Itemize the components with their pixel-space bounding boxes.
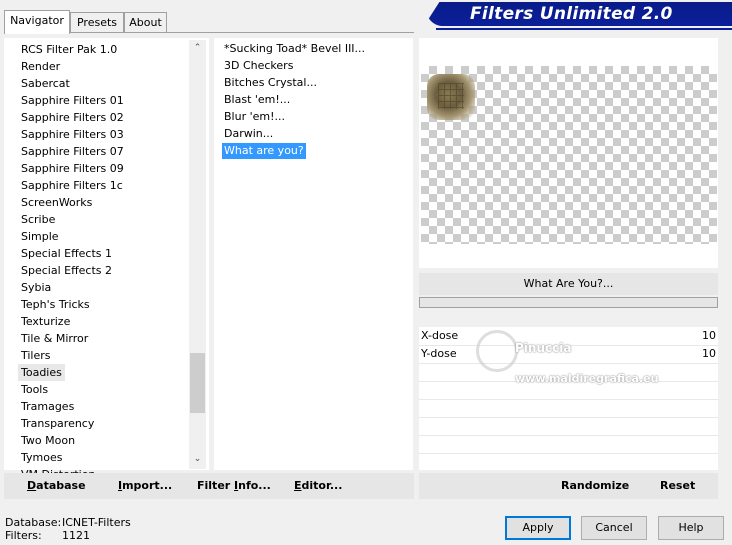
category-item[interactable]: Tile & Mirror [18,330,91,347]
category-item[interactable]: Simple [18,228,62,245]
category-item[interactable]: Two Moon [18,432,78,449]
category-item[interactable]: RCS Filter Pak 1.0 [18,41,120,58]
filter-item[interactable]: *Sucking Toad* Bevel III... [222,41,367,57]
watermark-url: www.maldiregrafica.eu [515,372,659,385]
database-button[interactable]: Database [27,479,86,493]
param-value[interactable]: 10 [702,329,716,342]
category-item[interactable]: Tilers [18,347,54,364]
category-item[interactable]: Sapphire Filters 07 [18,143,127,160]
param-row-empty [419,417,718,436]
randomize-button[interactable]: Randomize [561,479,629,493]
scroll-thumb[interactable] [190,353,205,413]
database-status-label: Database: [5,516,62,529]
filter-name-label: What Are You?... [419,273,718,295]
tab-navigator[interactable]: Navigator [4,10,70,34]
filters-count-value: 1121 [62,529,90,542]
category-item[interactable]: Tools [18,381,51,398]
param-row-empty [419,435,718,454]
preview-cube-texture [438,83,464,109]
category-item[interactable]: Toadies [18,364,65,381]
scroll-up-icon[interactable]: ⌃ [192,43,203,54]
tab-presets[interactable]: Presets [70,12,124,33]
category-item[interactable]: Special Effects 1 [18,245,115,262]
category-item[interactable]: Render [18,58,63,75]
editor-button[interactable]: Editor... [294,479,342,493]
param-label: Y-dose [421,347,457,360]
cancel-button[interactable]: Cancel [581,516,647,540]
filter-list[interactable]: *Sucking Toad* Bevel III... 3D Checkers Bi… [214,38,413,470]
category-item[interactable]: Sybia [18,279,54,296]
category-item[interactable]: Sapphire Filters 1c [18,177,126,194]
category-item[interactable]: Transparency [18,415,97,432]
scroll-down-icon[interactable]: ⌄ [192,454,203,465]
category-item[interactable]: Teph's Tricks [18,296,93,313]
filter-item[interactable]: Bitches Crystal... [222,75,319,91]
filter-item[interactable]: 3D Checkers [222,58,295,74]
category-item[interactable]: Special Effects 2 [18,262,115,279]
param-row-empty [419,399,718,418]
category-item[interactable]: Sapphire Filters 03 [18,126,127,143]
help-button[interactable]: Help [658,516,724,540]
param-value[interactable]: 10 [702,347,716,360]
category-item[interactable]: Sabercat [18,75,73,92]
filter-item[interactable]: Darwin... [222,126,275,142]
filter-item[interactable]: Blur 'em!... [222,109,287,125]
watermark-name: Pinuccia [515,341,572,355]
category-item[interactable]: Scribe [18,211,58,228]
category-list[interactable]: RCS Filter Pak 1.0 Render Sabercat Sapphire… [4,38,209,481]
category-item[interactable]: ScreenWorks [18,194,95,211]
category-item[interactable]: Tymoes [18,449,65,466]
category-item[interactable]: Sapphire Filters 02 [18,109,127,126]
category-item[interactable]: Sapphire Filters 01 [18,92,127,109]
reset-button[interactable]: Reset [660,479,695,493]
app-title: Filters Unlimited 2.0 [470,4,673,24]
banner-underline [436,28,732,30]
category-item[interactable]: Texturize [18,313,73,330]
filter-item[interactable]: Blast 'em!... [222,92,292,108]
filter-item[interactable]: What are you? [222,143,306,159]
tab-about[interactable]: About [124,12,167,33]
database-status-value: ICNET-Filters [62,516,131,529]
watermark-logo [476,330,518,372]
category-scrollbar[interactable]: ⌃ ⌄ [189,40,206,469]
apply-button[interactable]: Apply [505,516,571,540]
filters-status-label: Filters: [5,529,42,542]
import-button[interactable]: Import... [118,479,172,493]
progress-bar [419,297,718,308]
filter-info-button[interactable]: Filter Info... [197,479,271,493]
category-item[interactable]: Tramages [18,398,77,415]
category-item[interactable]: Sapphire Filters 09 [18,160,127,177]
param-label: X-dose [421,329,459,342]
